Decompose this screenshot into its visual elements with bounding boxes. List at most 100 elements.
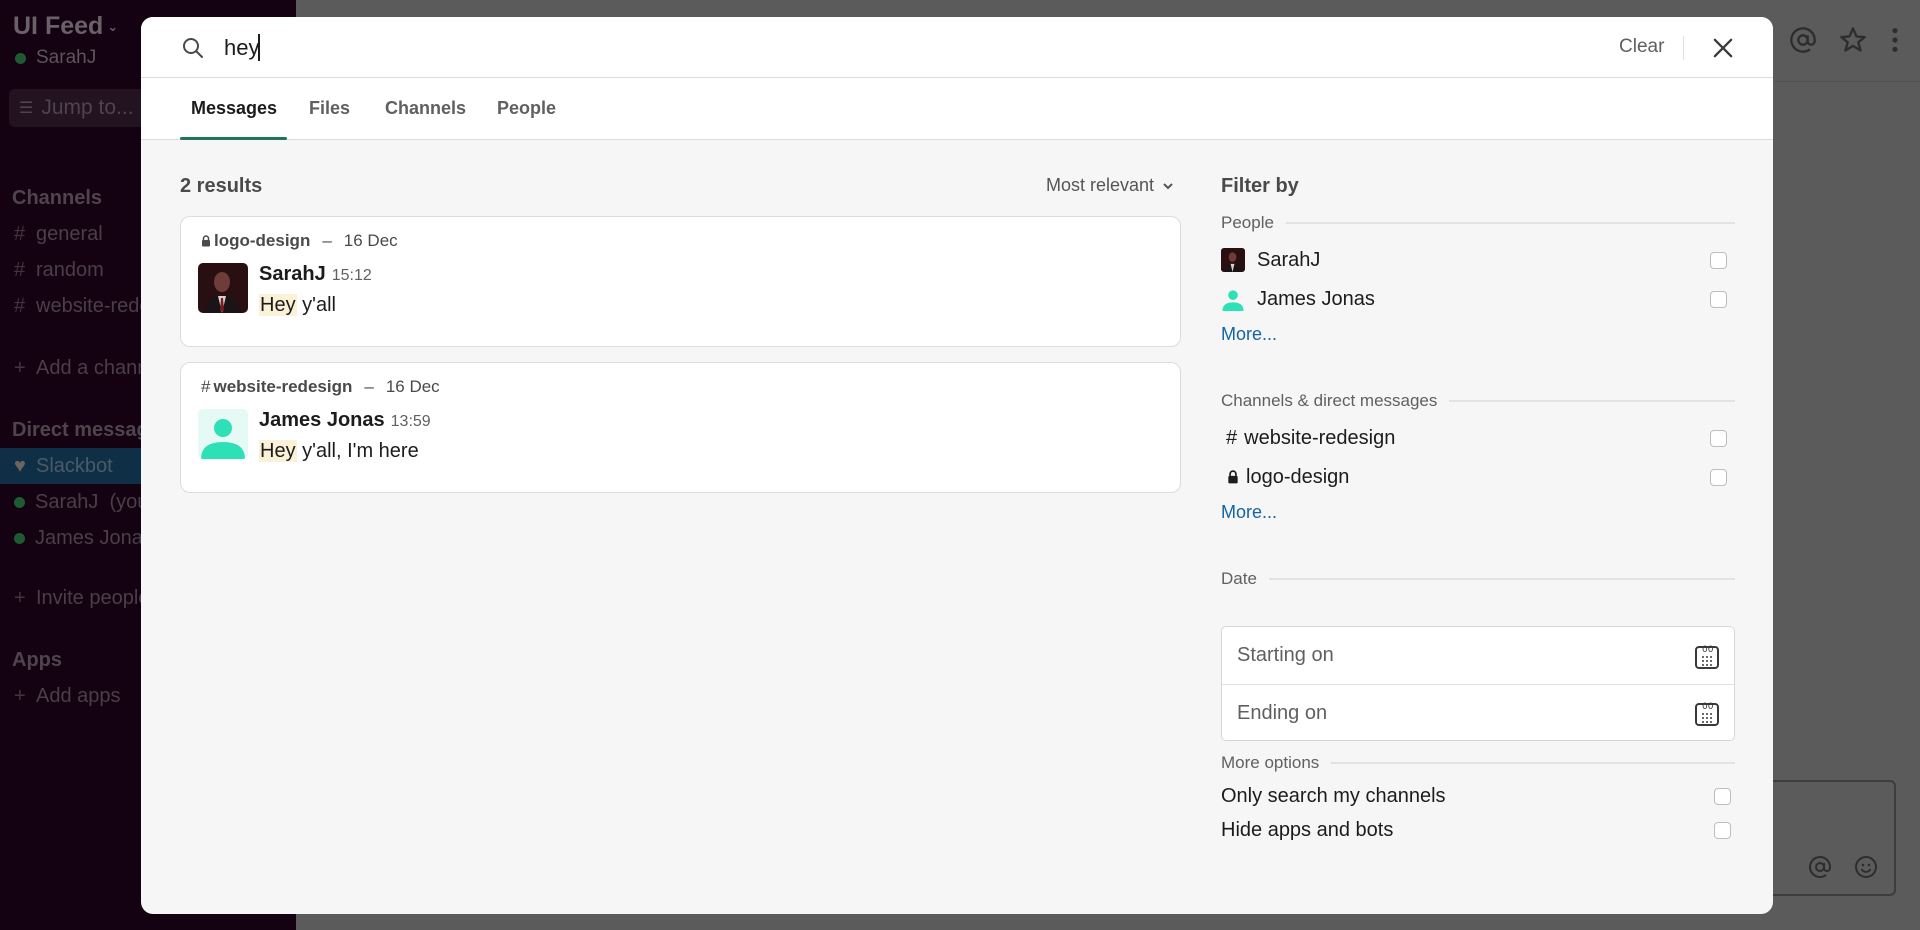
search-input[interactable] [224, 31, 1524, 65]
filter-channel-logo-design[interactable]: logo-design [1221, 462, 1735, 492]
clear-button[interactable]: Clear [1619, 36, 1664, 58]
section-label: More options [1221, 753, 1320, 772]
result-message: Hey y'all, I'm here [259, 440, 419, 463]
hash-icon: # [1226, 426, 1238, 449]
author-name[interactable]: SarahJ [259, 263, 326, 285]
sidebar-dm-james-jonas[interactable]: James Jonas [14, 527, 153, 550]
calendar-icon[interactable]: 00 [1694, 642, 1720, 670]
hash-icon: # [14, 295, 26, 317]
presence-dot-icon [14, 497, 25, 508]
divider [1449, 400, 1735, 402]
plus-icon: + [14, 587, 26, 609]
section-label: Date [1221, 569, 1257, 588]
avatar[interactable] [198, 263, 248, 313]
filter-panel: Filter by People SarahJ James Jonas More… [1221, 175, 1735, 841]
current-user: SarahJ [15, 47, 96, 69]
heart-icon: ♥ [14, 454, 26, 477]
user-photo-icon [198, 263, 248, 313]
message-time[interactable]: 13:59 [391, 413, 431, 430]
add-apps-button[interactable]: + Add apps [14, 685, 121, 708]
result-author: James Jonas 13:59 [259, 409, 431, 432]
dm-label: SarahJ [35, 491, 99, 513]
option-hide-apps-bots[interactable]: Hide apps and bots [1221, 819, 1735, 842]
hash-icon: # [201, 377, 211, 396]
author-name[interactable]: James Jonas [259, 409, 385, 431]
ending-on-placeholder: Ending on [1237, 701, 1328, 724]
result-date: 16 Dec [343, 231, 398, 250]
checkbox[interactable] [1710, 290, 1727, 308]
filter-person-james-jonas[interactable]: James Jonas [1221, 284, 1735, 314]
presence-dot-icon [15, 52, 26, 64]
checkbox[interactable] [1714, 788, 1731, 805]
ending-on-field[interactable]: Ending on 00 [1222, 684, 1734, 741]
lock-icon [202, 235, 210, 247]
sidebar-dm-sarahj[interactable]: SarahJ (you) [14, 491, 155, 514]
svg-text:00: 00 [1702, 702, 1714, 712]
calendar-icon[interactable]: 00 [1694, 699, 1720, 727]
apps-header[interactable]: Apps [12, 649, 62, 672]
avatar[interactable] [198, 409, 248, 459]
checkbox[interactable] [1714, 822, 1731, 839]
result-message: Hey y'all [259, 294, 336, 317]
hash-icon: # [14, 223, 26, 245]
header-divider [1774, 81, 1920, 82]
people-more-link[interactable]: More... [1221, 324, 1277, 345]
channel-label: website-redesign [1244, 426, 1396, 449]
search-result[interactable]: logo-design – 16 Dec SarahJ 15:12 Hey y'a… [180, 216, 1181, 347]
channels-header[interactable]: Channels [12, 187, 102, 210]
star-icon[interactable] [1839, 26, 1867, 54]
divider [1285, 222, 1735, 224]
sort-label: Most relevant [1046, 175, 1155, 195]
svg-text:00: 00 [1702, 645, 1714, 655]
result-channel[interactable]: logo-design [214, 231, 310, 251]
result-channel[interactable]: website-redesign [213, 377, 352, 397]
dm-label: James Jonas [35, 527, 153, 549]
user-photo-icon [1221, 248, 1245, 272]
starting-on-placeholder: Starting on [1237, 644, 1334, 666]
invite-label: Invite people [36, 587, 150, 609]
more-vertical-icon[interactable] [1881, 26, 1909, 54]
checkbox[interactable] [1710, 251, 1727, 269]
default-user-icon [198, 409, 248, 459]
close-icon[interactable] [1709, 34, 1737, 62]
message-time[interactable]: 15:12 [332, 267, 372, 284]
option-label: Only search my channels [1221, 785, 1446, 807]
filter-person-sarahj[interactable]: SarahJ [1221, 245, 1735, 275]
mention-icon[interactable] [1808, 855, 1832, 879]
checkbox[interactable] [1710, 429, 1727, 447]
sidebar-channel-random[interactable]: # random [14, 259, 104, 282]
option-label: Hide apps and bots [1221, 819, 1394, 841]
chevron-down-icon [1163, 182, 1173, 189]
tab-files[interactable]: Files [309, 78, 350, 139]
lock-icon [1228, 470, 1238, 484]
date-section-header: Date [1221, 569, 1735, 589]
dm-label: Slackbot [36, 454, 113, 477]
plus-icon: + [14, 685, 26, 707]
sort-dropdown[interactable]: Most relevant [1046, 175, 1174, 196]
tab-messages[interactable]: Messages [179, 78, 288, 140]
option-only-my-channels[interactable]: Only search my channels [1221, 785, 1735, 808]
result-context: # website-redesign – 16 Dec [201, 377, 440, 397]
workspace-name[interactable]: UI Feed ⌄ [13, 12, 118, 41]
message-text: y'all [296, 294, 336, 316]
search-result[interactable]: # website-redesign – 16 Dec James Jonas 1… [180, 362, 1181, 493]
workspace-name-label: UI Feed [13, 12, 104, 40]
starting-on-field[interactable]: Starting on 00 [1222, 627, 1734, 684]
checkbox[interactable] [1710, 468, 1727, 486]
filter-channel-website-redesign[interactable]: # website-redesign [1221, 423, 1735, 453]
invite-people-button[interactable]: + Invite people [14, 587, 149, 610]
tab-channels[interactable]: Channels [385, 78, 466, 139]
channels-more-link[interactable]: More... [1221, 502, 1277, 523]
divider [1268, 578, 1735, 580]
channels-section-header: Channels & direct messages [1221, 391, 1735, 411]
tab-people[interactable]: People [497, 78, 556, 139]
channel-label: general [36, 223, 103, 245]
add-apps-label: Add apps [36, 685, 121, 707]
person-label: SarahJ [1257, 248, 1321, 271]
emoji-icon[interactable] [1854, 855, 1878, 879]
people-section-header: People [1221, 213, 1735, 233]
sidebar-channel-general[interactable]: # general [14, 223, 103, 246]
mentions-icon[interactable] [1789, 26, 1817, 54]
date-range: Starting on 00 Ending on 00 [1221, 626, 1735, 741]
search-bar: Clear [141, 17, 1773, 78]
